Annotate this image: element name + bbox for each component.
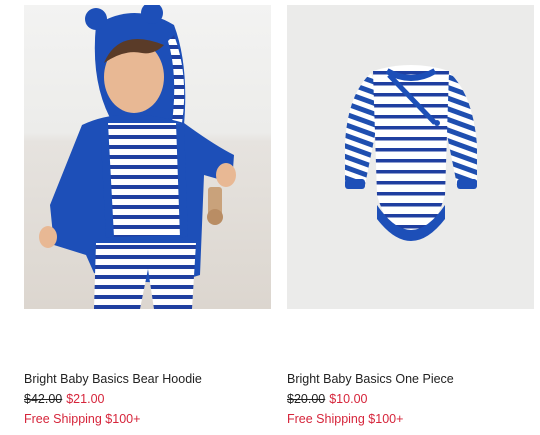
price-row: $20.00 $10.00 <box>287 392 534 407</box>
product-image-bear-hoodie[interactable] <box>24 5 271 309</box>
sale-price: $21.00 <box>66 392 105 406</box>
product-info: Bright Baby Basics Bear Hoodie $42.00 $21… <box>24 371 271 427</box>
product-title[interactable]: Bright Baby Basics Bear Hoodie <box>24 371 271 387</box>
product-card[interactable]: Bright Baby Basics One Piece $20.00 $10.0… <box>287 5 534 426</box>
price-row: $42.00 $21.00 <box>24 392 271 407</box>
product-image-one-piece[interactable] <box>287 5 534 309</box>
sale-price: $10.00 <box>329 392 368 406</box>
product-title[interactable]: Bright Baby Basics One Piece <box>287 371 534 387</box>
shipping-promo: Free Shipping $100+ <box>287 412 404 426</box>
original-price: $42.00 <box>24 392 63 406</box>
product-info: Bright Baby Basics One Piece $20.00 $10.0… <box>287 371 534 427</box>
product-card[interactable]: Bright Baby Basics Bear Hoodie $42.00 $21… <box>24 5 271 426</box>
original-price: $20.00 <box>287 392 326 406</box>
shipping-promo: Free Shipping $100+ <box>24 412 141 426</box>
